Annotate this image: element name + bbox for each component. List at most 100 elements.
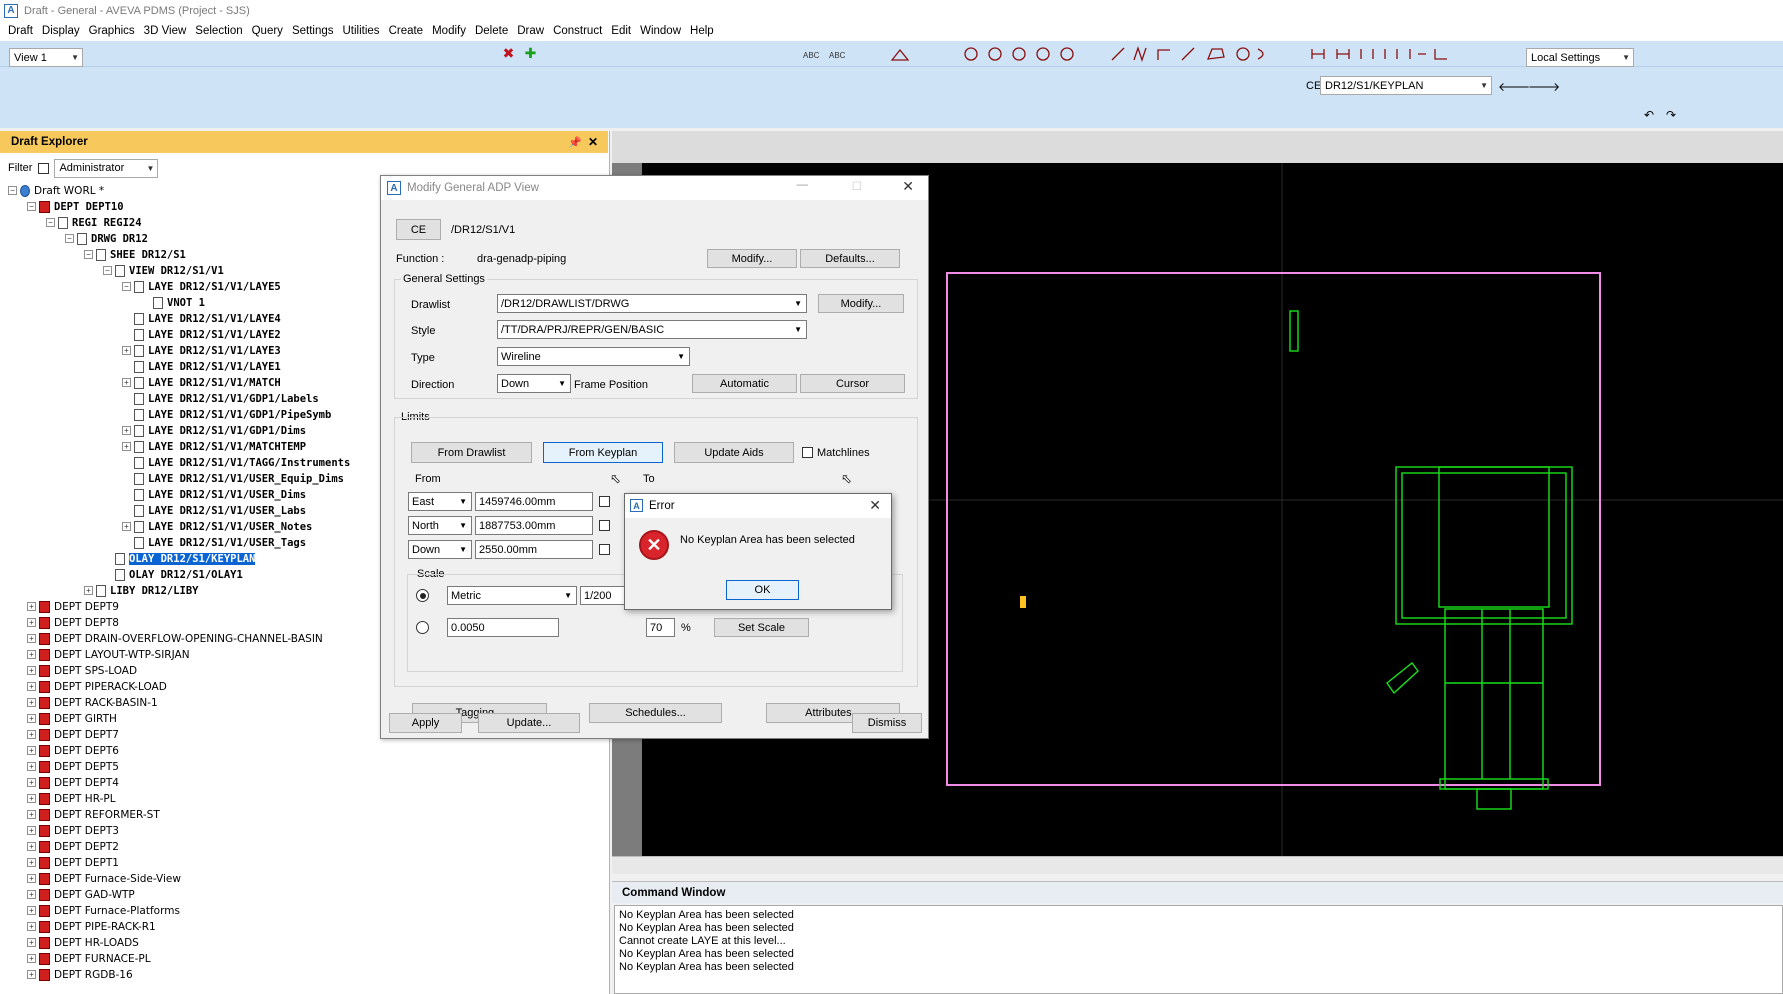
view-combo[interactable]: View 1 ▼: [9, 48, 83, 67]
tree-node[interactable]: LAYE DR12/S1/V1/USER_Equip_Dims: [122, 471, 344, 486]
horizontal-scrollbar[interactable]: [612, 856, 1783, 874]
forward-arrow-icon[interactable]: 🡒: [1528, 79, 1560, 94]
add-view-icon[interactable]: ✚: [522, 45, 539, 62]
matchlines-checkbox[interactable]: [802, 447, 813, 458]
expand-icon[interactable]: +: [27, 602, 36, 611]
pick-cursor-icon[interactable]: ⬁: [610, 471, 621, 487]
tree-node[interactable]: LAYE DR12/S1/V1/GDP1/Labels: [122, 391, 319, 406]
expand-icon[interactable]: +: [122, 426, 131, 435]
from-down-combo[interactable]: Down ▼: [408, 540, 472, 559]
expand-icon[interactable]: +: [27, 970, 36, 979]
menu-modify[interactable]: Modify: [432, 25, 466, 37]
menu-utilities[interactable]: Utilities: [343, 25, 380, 37]
scale-radio-metric[interactable]: [416, 589, 429, 602]
close-icon[interactable]: ✕: [869, 497, 881, 514]
filter-checkbox[interactable]: [38, 162, 50, 174]
menu-help[interactable]: Help: [690, 25, 714, 37]
tree-node[interactable]: + DEPT DRAIN-OVERFLOW-OPENING-CHANNEL-BAS…: [27, 631, 323, 646]
tree-node[interactable]: + DEPT DEPT6: [27, 743, 119, 758]
menu-query[interactable]: Query: [252, 25, 283, 37]
collapse-icon[interactable]: −: [122, 282, 131, 291]
expand-icon[interactable]: +: [27, 746, 36, 755]
from-north-input[interactable]: 1887753.00mm: [475, 516, 593, 535]
menu-create[interactable]: Create: [389, 25, 424, 37]
tree-node[interactable]: − DRWG DR12: [65, 231, 148, 246]
expand-icon[interactable]: +: [27, 618, 36, 627]
tree-node[interactable]: + DEPT REFORMER-ST: [27, 807, 160, 822]
redo-icon[interactable]: ↷: [1666, 108, 1676, 122]
lock-checkbox[interactable]: [599, 496, 610, 507]
expand-icon[interactable]: +: [27, 762, 36, 771]
tree-node[interactable]: + DEPT Furnace-Side-View: [27, 871, 181, 886]
drawlist-combo[interactable]: /DR12/DRAWLIST/DRWG ▼: [497, 294, 807, 313]
from-east-combo[interactable]: East ▼: [408, 492, 472, 511]
expand-icon[interactable]: +: [27, 890, 36, 899]
tree-node[interactable]: LAYE DR12/S1/V1/LAYE1: [122, 359, 281, 374]
tree-node[interactable]: + DEPT PIPERACK-LOAD: [27, 679, 167, 694]
ok-button[interactable]: OK: [726, 580, 799, 600]
expand-icon[interactable]: +: [27, 778, 36, 787]
modify-function-button[interactable]: Modify...: [707, 249, 797, 268]
tree-node[interactable]: + DEPT DEPT5: [27, 759, 119, 774]
tree-node[interactable]: + DEPT GIRTH: [27, 711, 117, 726]
menu-window[interactable]: Window: [640, 25, 681, 37]
expand-icon[interactable]: +: [27, 810, 36, 819]
expand-icon[interactable]: +: [122, 378, 131, 387]
collapse-icon[interactable]: −: [65, 234, 74, 243]
expand-icon[interactable]: +: [27, 922, 36, 931]
drawlist-modify-button[interactable]: Modify...: [818, 294, 904, 313]
tree-node[interactable]: LAYE DR12/S1/V1/LAYE4: [122, 311, 281, 326]
minimize-icon[interactable]: —: [797, 179, 809, 191]
menu-delete[interactable]: Delete: [475, 25, 508, 37]
collapse-icon[interactable]: −: [27, 202, 36, 211]
cursor-button[interactable]: Cursor: [800, 374, 905, 393]
tree-node[interactable]: OLAY DR12/S1/KEYPLAN: [103, 551, 256, 566]
expand-icon[interactable]: +: [27, 906, 36, 915]
maximize-icon[interactable]: ☐: [852, 179, 862, 193]
tree-node[interactable]: − DEPT DEPT10: [27, 199, 124, 214]
ce-combo[interactable]: DR12/S1/KEYPLAN ▼: [1320, 76, 1492, 95]
tree-node[interactable]: + LAYE DR12/S1/V1/LAYE3: [122, 343, 281, 358]
style-combo[interactable]: /TT/DRA/PRJ/REPR/GEN/BASIC ▼: [497, 320, 807, 339]
undo-icon[interactable]: ↶: [1644, 108, 1654, 122]
tree-node[interactable]: + DEPT DEPT3: [27, 823, 119, 838]
expand-icon[interactable]: +: [27, 826, 36, 835]
tree-node[interactable]: − REGI REGI24: [46, 215, 142, 230]
from-keyplan-button[interactable]: From Keyplan: [543, 442, 663, 463]
scale-radio-factor[interactable]: [416, 621, 429, 634]
expand-icon[interactable]: +: [27, 938, 36, 947]
tree-node[interactable]: + LAYE DR12/S1/V1/MATCH: [122, 375, 281, 390]
pick-cursor-icon[interactable]: ⬁: [841, 471, 852, 487]
from-east-input[interactable]: 1459746.00mm: [475, 492, 593, 511]
expand-icon[interactable]: +: [27, 666, 36, 675]
tree-node[interactable]: LAYE DR12/S1/V1/TAGG/Instruments: [122, 455, 350, 470]
from-drawlist-button[interactable]: From Drawlist: [411, 442, 532, 463]
tree-node[interactable]: LAYE DR12/S1/V1/GDP1/PipeSymb: [122, 407, 331, 422]
tree-node[interactable]: VNOT 1: [141, 295, 205, 310]
local-settings-combo[interactable]: Local Settings ▼: [1526, 48, 1634, 67]
tree-node[interactable]: + DEPT DEPT2: [27, 839, 119, 854]
expand-icon[interactable]: +: [27, 730, 36, 739]
menu-settings[interactable]: Settings: [292, 25, 334, 37]
menu-graphics[interactable]: Graphics: [89, 25, 135, 37]
expand-icon[interactable]: +: [27, 842, 36, 851]
ce-button[interactable]: CE: [396, 219, 441, 240]
tree-node[interactable]: + DEPT DEPT4: [27, 775, 119, 790]
tree-node[interactable]: − VIEW DR12/S1/V1: [103, 263, 224, 278]
expand-icon[interactable]: +: [122, 346, 131, 355]
tree-node[interactable]: + DEPT GAD-WTP: [27, 887, 135, 902]
schedules-button[interactable]: Schedules...: [589, 703, 722, 723]
tree-node[interactable]: + LAYE DR12/S1/V1/USER_Notes: [122, 519, 312, 534]
automatic-button[interactable]: Automatic: [692, 374, 797, 393]
type-combo[interactable]: Wireline ▼: [497, 347, 690, 366]
menu-draw[interactable]: Draw: [517, 25, 544, 37]
filter-combo[interactable]: Administrator ▼: [54, 158, 159, 178]
menu-3d-view[interactable]: 3D View: [144, 25, 187, 37]
tree-node[interactable]: + DEPT SPS-LOAD: [27, 663, 137, 678]
tree-node[interactable]: + DEPT HR-PL: [27, 791, 116, 806]
tree-node[interactable]: + LAYE DR12/S1/V1/GDP1/Dims: [122, 423, 306, 438]
tree-node[interactable]: + DEPT HR-LOADS: [27, 935, 139, 950]
expand-icon[interactable]: +: [27, 698, 36, 707]
collapse-icon[interactable]: −: [46, 218, 55, 227]
tree-node[interactable]: − Draft WORL *: [8, 183, 104, 198]
